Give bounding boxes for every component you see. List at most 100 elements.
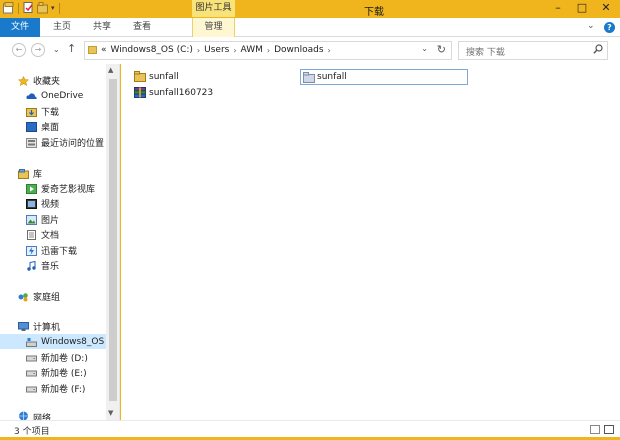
thunder-download-icon bbox=[26, 245, 37, 256]
nav-item-favorites[interactable]: 收藏夹 bbox=[18, 73, 60, 88]
nav-item-homegroup[interactable]: 家庭组 bbox=[18, 289, 60, 304]
desktop-icon bbox=[26, 121, 37, 132]
file-name: sunfall bbox=[149, 71, 179, 82]
nav-item-label: 库 bbox=[33, 170, 43, 180]
breadcrumb-overflow-icon[interactable]: « bbox=[101, 45, 107, 55]
search-placeholder: 搜索 下载 bbox=[466, 48, 505, 58]
nav-item-videos[interactable]: 视频 bbox=[26, 196, 59, 211]
folder-icon bbox=[303, 71, 315, 83]
nav-item-pictures[interactable]: 图片 bbox=[26, 212, 59, 227]
cloud-icon bbox=[26, 92, 37, 99]
nav-item-computer[interactable]: 计算机 bbox=[18, 319, 60, 334]
network-icon bbox=[19, 411, 28, 420]
drive-icon bbox=[26, 355, 37, 361]
address-dropdown-icon[interactable]: ⌄ bbox=[421, 44, 428, 53]
file-item[interactable]: sunfall160723 bbox=[134, 87, 213, 98]
tab-share[interactable]: 共享 bbox=[86, 18, 118, 37]
nav-item-label: 音乐 bbox=[41, 262, 60, 272]
minimize-button[interactable]: – bbox=[546, 0, 570, 17]
nav-item-label: 网络 bbox=[33, 414, 52, 420]
breadcrumb-item[interactable]: Downloads bbox=[274, 45, 323, 55]
nav-item-drive-d[interactable]: 新加卷 (D:) bbox=[26, 350, 88, 365]
folder-icon bbox=[88, 46, 97, 54]
breadcrumb-item[interactable]: Windows8_OS (C:) bbox=[111, 45, 193, 55]
nav-item-label: 最近访问的位置 bbox=[41, 139, 105, 149]
nav-item-thunder-downloads[interactable]: 迅雷下载 bbox=[26, 243, 77, 258]
nav-item-documents[interactable]: 文档 bbox=[26, 227, 59, 242]
recent-locations-icon[interactable]: ⌄ bbox=[53, 45, 60, 54]
pictures-icon bbox=[26, 214, 37, 225]
video-icon bbox=[26, 198, 37, 209]
nav-item-label: 文档 bbox=[41, 231, 60, 241]
video-library-icon bbox=[26, 183, 37, 194]
picture-tools-tab[interactable]: 图片工具 bbox=[192, 0, 235, 17]
nav-item-desktop[interactable]: 桌面 bbox=[26, 119, 59, 134]
expand-ribbon-icon[interactable]: ⌄ bbox=[587, 21, 595, 31]
tab-home[interactable]: 主页 bbox=[46, 18, 78, 37]
file-list: sunfall sunfall160723 bbox=[121, 64, 620, 420]
up-button[interactable]: ↑ bbox=[67, 42, 76, 55]
search-icon[interactable] bbox=[593, 44, 603, 54]
breadcrumb-item[interactable]: Users bbox=[204, 45, 229, 55]
download-folder-icon bbox=[26, 107, 37, 117]
breadcrumb-separator-icon[interactable]: › bbox=[197, 46, 200, 55]
nav-item-iqiyi-library[interactable]: 爱奇艺影视库 bbox=[26, 181, 95, 196]
nav-item-network[interactable]: 网络 bbox=[18, 411, 51, 420]
refresh-icon[interactable]: ↻ bbox=[437, 43, 446, 56]
large-icons-view-icon[interactable] bbox=[604, 425, 614, 434]
breadcrumb-separator-icon[interactable]: › bbox=[233, 46, 236, 55]
forward-button[interactable]: → bbox=[31, 43, 45, 57]
nav-item-label: 下载 bbox=[41, 108, 60, 118]
customize-toolbar-icon[interactable]: ▾ bbox=[51, 4, 55, 12]
window-title: 下载 bbox=[364, 7, 384, 18]
nav-item-drive-e[interactable]: 新加卷 (E:) bbox=[26, 365, 87, 380]
tab-manage[interactable]: 管理 bbox=[192, 18, 235, 37]
nav-item-label: OneDrive bbox=[41, 90, 84, 101]
nav-item-drive-f[interactable]: 新加卷 (F:) bbox=[26, 381, 85, 396]
rename-box[interactable] bbox=[300, 69, 468, 85]
breadcrumb-separator-icon[interactable]: › bbox=[267, 46, 270, 55]
scroll-up-icon[interactable]: ▲ bbox=[108, 66, 113, 74]
maximize-button[interactable]: □ bbox=[570, 0, 594, 17]
details-view-icon[interactable] bbox=[590, 425, 600, 434]
properties-icon[interactable] bbox=[23, 2, 34, 14]
archive-icon bbox=[134, 87, 146, 98]
nav-item-label: 新加卷 (E:) bbox=[41, 369, 87, 379]
star-icon bbox=[18, 75, 29, 86]
drive-icon bbox=[26, 370, 37, 376]
nav-item-label: 图片 bbox=[41, 216, 60, 226]
drive-icon bbox=[26, 386, 37, 392]
file-item[interactable]: sunfall bbox=[134, 71, 179, 82]
toolbar-separator bbox=[18, 2, 19, 14]
computer-icon bbox=[18, 321, 29, 331]
ribbon-tabs: 文件 主页 共享 查看 管理 ⌄ ? bbox=[0, 18, 620, 37]
nav-item-libraries[interactable]: 库 bbox=[18, 166, 42, 181]
nav-item-windows8-os[interactable]: Windows8_OS ( bbox=[0, 334, 111, 349]
new-folder-icon[interactable] bbox=[37, 2, 48, 14]
address-bar[interactable]: « Windows8_OS (C:) › Users › AWM › Downl… bbox=[84, 41, 452, 60]
nav-item-downloads[interactable]: 下载 bbox=[26, 104, 59, 119]
nav-item-label: 爱奇艺影视库 bbox=[41, 185, 96, 195]
search-box[interactable]: 搜索 下载 bbox=[458, 41, 608, 60]
quick-access-toolbar: ▾ bbox=[3, 2, 61, 14]
scrollbar-thumb[interactable] bbox=[109, 79, 117, 401]
homegroup-icon bbox=[18, 292, 28, 301]
nav-item-label: 桌面 bbox=[41, 123, 60, 133]
tab-file[interactable]: 文件 bbox=[0, 18, 40, 37]
nav-scrollbar[interactable]: ▲ ▼ bbox=[106, 64, 119, 420]
nav-item-music[interactable]: 音乐 bbox=[26, 258, 59, 273]
back-button[interactable]: ← bbox=[12, 43, 26, 57]
nav-item-label: 收藏夹 bbox=[33, 77, 61, 87]
nav-item-recent-places[interactable]: 最近访问的位置 bbox=[26, 135, 104, 150]
item-count: 3 个项目 bbox=[14, 427, 50, 437]
rename-input[interactable] bbox=[317, 72, 457, 82]
tab-view[interactable]: 查看 bbox=[126, 18, 158, 37]
breadcrumb-item[interactable]: AWM bbox=[241, 45, 263, 55]
help-icon[interactable]: ? bbox=[604, 22, 615, 33]
scroll-down-icon[interactable]: ▼ bbox=[108, 409, 113, 417]
system-drive-icon bbox=[26, 337, 37, 347]
breadcrumb-separator-icon[interactable]: › bbox=[328, 46, 331, 55]
folder-icon[interactable] bbox=[3, 2, 14, 14]
nav-item-onedrive[interactable]: OneDrive bbox=[26, 88, 83, 103]
close-button[interactable]: ✕ bbox=[594, 0, 618, 17]
